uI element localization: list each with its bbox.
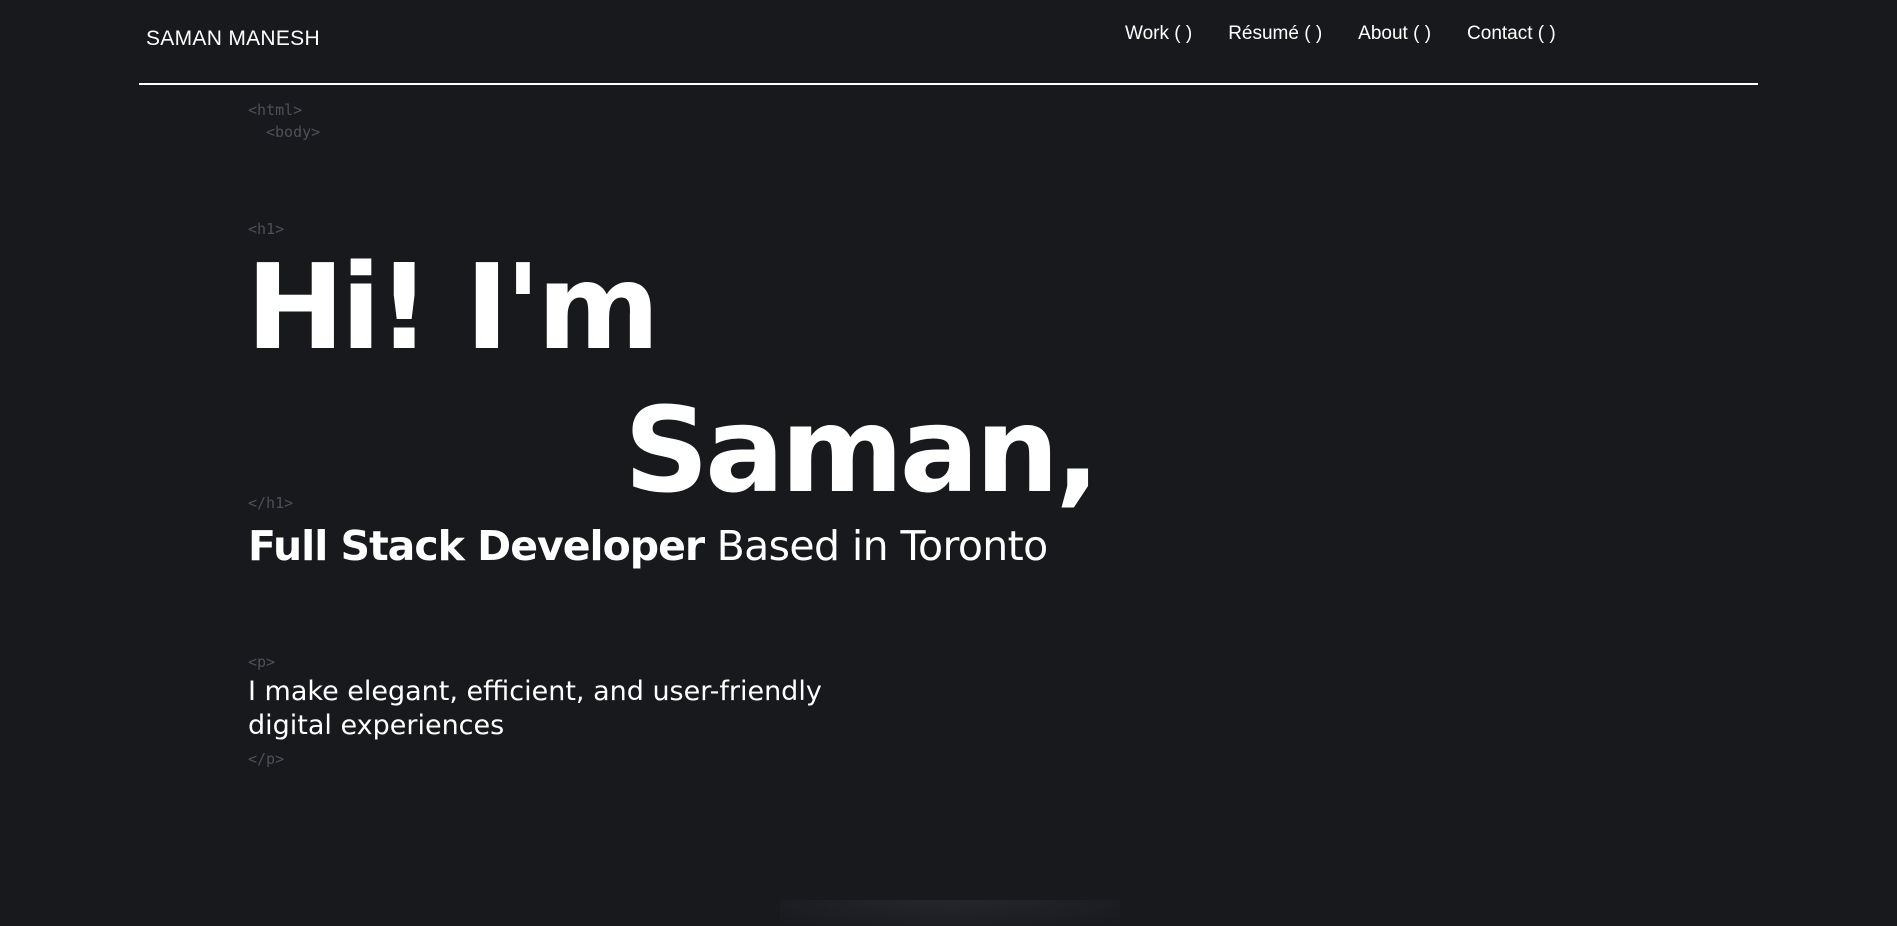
hero-subtitle: Full Stack Developer Based in Toronto	[248, 522, 1048, 570]
page: SAMAN MANESH Work ( ) Résumé ( ) About (…	[0, 0, 1897, 926]
brand-logo[interactable]: SAMAN MANESH	[146, 27, 320, 51]
hero-location: Based in Toronto	[716, 522, 1049, 570]
code-tag-h1-open: <h1>	[248, 220, 285, 238]
nav-item-work[interactable]: Work ( )	[1125, 23, 1192, 45]
hero-greeting: Hi!	[246, 238, 431, 376]
nav-item-about[interactable]: About ( )	[1358, 23, 1431, 45]
code-tag-p-close: </p>	[248, 750, 285, 768]
nav-item-contact[interactable]: Contact ( )	[1467, 23, 1556, 45]
code-tag-p-open: <p>	[248, 653, 276, 671]
main-nav: Work ( ) Résumé ( ) About ( ) Contact ( …	[1125, 23, 1556, 45]
nav-item-resume[interactable]: Résumé ( )	[1228, 23, 1322, 45]
code-tag-body-open: <body>	[266, 123, 321, 141]
hero-im: I'm	[465, 238, 660, 376]
hero-name: Saman,	[624, 381, 1100, 519]
intro-line-1: I make elegant, efficient, and user-frie…	[248, 676, 822, 707]
intro-line-2: digital experiences	[248, 710, 505, 741]
hero-role: Full Stack Developer	[248, 522, 705, 570]
bottom-shadow	[780, 900, 1120, 926]
code-tag-html-open: <html>	[248, 101, 303, 119]
code-tag-h1-close: </h1>	[248, 494, 294, 512]
hero-heading-line-1: Hi! I'm	[246, 248, 660, 366]
intro-paragraph: I make elegant, efficient, and user-frie…	[248, 675, 868, 743]
header-divider	[139, 83, 1758, 85]
